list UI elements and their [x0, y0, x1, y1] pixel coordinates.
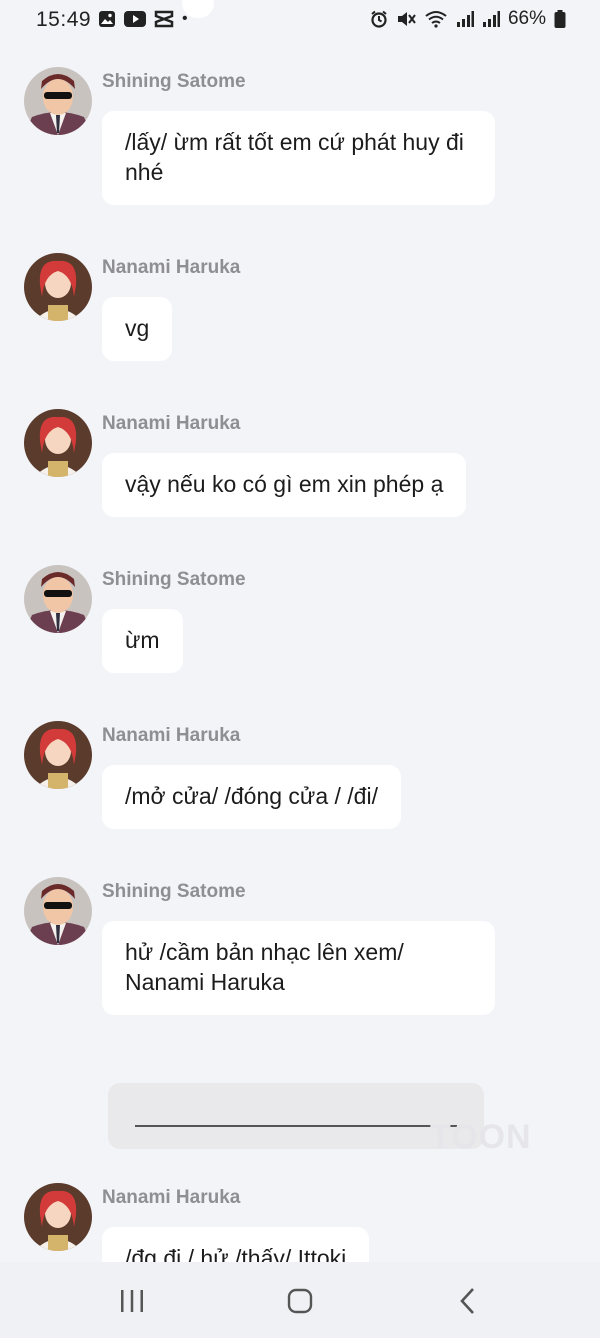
avatar-satome[interactable]: [24, 565, 92, 633]
signal-icon-1: [456, 11, 474, 27]
recents-icon: [121, 1290, 143, 1312]
status-left-icons: •: [98, 10, 188, 28]
sender-name: Shining Satome: [102, 71, 246, 92]
alarm-icon: [371, 10, 387, 28]
avatar-satome[interactable]: [24, 67, 92, 135]
haruka-avatar-icon: [24, 1183, 92, 1251]
avatar-haruka[interactable]: [24, 721, 92, 789]
haruka-avatar-icon: [24, 409, 92, 477]
message-bubble[interactable]: hử /cầm bản nhạc lên xem/ Nanami Haruka: [102, 921, 495, 1015]
separator-line: [135, 1125, 457, 1127]
status-bar: 15:49 • 66%: [0, 0, 600, 40]
satome-avatar-icon: [24, 877, 92, 945]
separator-block: [108, 1083, 484, 1149]
gallery-icon: [99, 11, 115, 27]
notification-dot: •: [182, 10, 188, 27]
avatar-haruka[interactable]: [24, 253, 92, 321]
watermark: TOON: [430, 1118, 532, 1156]
sender-name: Nanami Haruka: [102, 725, 241, 746]
back-icon: [460, 1288, 474, 1314]
avatar-haruka[interactable]: [24, 409, 92, 477]
message-bubble[interactable]: /mở cửa/ /đóng cửa / /đi/: [102, 765, 401, 829]
message-bubble[interactable]: vg: [102, 297, 173, 361]
message-bubble[interactable]: /lấy/ ừm rất tốt em cứ phát huy đi nhé: [102, 111, 495, 205]
sender-name: Nanami Haruka: [102, 1187, 241, 1208]
capcut-icon: [154, 10, 174, 28]
avatar-satome[interactable]: [24, 877, 92, 945]
wifi-icon: [425, 11, 447, 28]
status-right: 66%: [370, 8, 566, 30]
signal-icon-2: [482, 11, 500, 27]
satome-avatar-icon: [24, 565, 92, 633]
home-icon: [287, 1288, 313, 1314]
youtube-icon: [124, 11, 146, 27]
navigation-bar: [0, 1262, 600, 1338]
sender-name: Nanami Haruka: [102, 413, 241, 434]
battery-percent: 66%: [507, 8, 546, 29]
haruka-avatar-icon: [24, 253, 92, 321]
back-button[interactable]: [448, 1284, 488, 1318]
haruka-avatar-icon: [24, 721, 92, 789]
mute-icon: [397, 12, 416, 26]
message-bubble[interactable]: ừm: [102, 609, 183, 673]
home-button[interactable]: [280, 1284, 320, 1318]
status-time: 15:49: [36, 8, 92, 31]
avatar-haruka[interactable]: [24, 1183, 92, 1251]
message-bubble[interactable]: vậy nếu ko có gì em xin phép ạ: [102, 453, 467, 517]
recents-button[interactable]: [112, 1284, 152, 1318]
battery-icon: [554, 10, 566, 28]
sender-name: Nanami Haruka: [102, 257, 241, 278]
sender-name: Shining Satome: [102, 569, 246, 590]
sender-name: Shining Satome: [102, 881, 246, 902]
satome-avatar-icon: [24, 67, 92, 135]
